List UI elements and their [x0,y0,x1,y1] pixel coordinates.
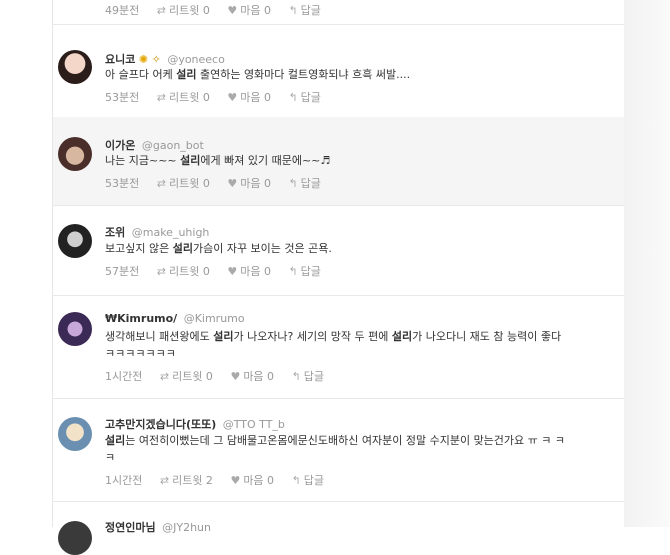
heart-icon: ♥ [227,177,238,190]
keyword-highlight: 설리 [180,154,201,167]
retweet-button[interactable]: ⇄ 리트윗 0 [157,175,210,191]
avatar[interactable] [58,417,92,451]
retweet-button[interactable]: ⇄ 리트윗 0 [160,368,213,384]
tweet-actions: 53분전 ⇄ 리트윗 0 ♥ 마음 0 ↰ 답글 [105,89,321,105]
like-button[interactable]: ♥ 마음 0 [227,263,271,279]
heart-icon: ♥ [227,265,238,278]
user-handle[interactable]: @make_uhigh [132,226,210,239]
avatar[interactable] [58,50,92,84]
tweet-actions: 1시간전 ⇄ 리트윗 2 ♥ 마음 0 ↰ 답글 [105,472,324,488]
user-name[interactable]: ₩Kimrumo/ [105,312,177,325]
heart-icon: ♥ [230,474,241,487]
tweet-text-line2: ㅋ [105,451,116,464]
user-handle[interactable]: @Kimrumo [184,312,245,325]
retweet-button[interactable]: ⇄ 리트윗 2 [160,472,213,488]
keyword-highlight: 설리 [105,434,126,447]
tweet-item: 정연인마님 @JY2hun [53,501,625,555]
tweet-item: 조위 @make_uhigh 보고싶지 않은 설리가슴이 자꾸 보이는 것은 곤… [53,205,625,296]
retweet-button[interactable]: ⇄ 리트윗 0 [157,263,210,279]
reply-icon: ↰ [288,91,298,104]
star-emoji-icon: ✧ [151,53,161,66]
avatar[interactable] [58,224,92,258]
like-button[interactable]: ♥ 마음 0 [230,368,274,384]
tweet-item: 고추만지겠습니다(또또) @TTO TT_b 설리는 여전히이뻤는데 그 담배물… [53,398,625,502]
heart-icon: ♥ [227,4,238,17]
like-button[interactable]: ♥ 마음 0 [227,2,271,18]
reply-button[interactable]: ↰ 답글 [288,175,320,191]
tweet-item: 이가온 @gaon_bot 나는 지금~~~ 설리에게 빠져 있기 때문에~~♬… [53,117,625,206]
reply-button[interactable]: ↰ 답글 [292,368,324,384]
tweet-item: 49분전 ⇄ 리트윗 0 ♥ 마음 0 ↰ 답글 [53,0,625,25]
avatar[interactable] [58,521,92,555]
user-handle[interactable]: @gaon_bot [142,139,204,152]
keyword-highlight: 설리 [172,242,193,255]
retweet-icon: ⇄ [159,474,170,487]
keyword-highlight: 설리 [391,330,413,343]
keyword-highlight: 설리 [176,68,197,81]
tweet-time[interactable]: 53분전 [105,175,139,191]
retweet-button[interactable]: ⇄ 리트윗 0 [157,2,210,18]
reply-icon: ↰ [288,4,298,17]
tweet-time[interactable]: 57분전 [105,263,139,279]
tweet-actions: 53분전 ⇄ 리트윗 0 ♥ 마음 0 ↰ 답글 [105,175,321,191]
tweet-actions: 1시간전 ⇄ 리트윗 0 ♥ 마음 0 ↰ 답글 [105,368,324,384]
reply-icon: ↰ [288,265,298,278]
retweet-icon: ⇄ [156,177,166,190]
tweet-actions: 57분전 ⇄ 리트윗 0 ♥ 마음 0 ↰ 답글 [105,263,321,279]
heart-icon: ♥ [230,370,241,383]
retweet-icon: ⇄ [159,370,170,383]
user-name[interactable]: 조위 [105,226,125,239]
tweet-text-line2: ㅋㅋㅋㅋㅋㅋㅋ [105,347,176,360]
reply-icon: ↰ [291,370,301,383]
tweet-time[interactable]: 1시간전 [105,472,142,488]
tweet-text: 생각해보니 패션왕에도 설리가 나오자나? 세기의 망작 두 편에 설리가 나오… [105,330,562,343]
tweet-time[interactable]: 49분전 [105,2,139,18]
reply-button[interactable]: ↰ 답글 [288,2,320,18]
tweet-actions: 49분전 ⇄ 리트윗 0 ♥ 마음 0 ↰ 답글 [105,2,321,18]
tweet-text: 보고싶지 않은 설리가슴이 자꾸 보이는 것은 곤욕. [105,242,332,255]
reply-icon: ↰ [291,474,301,487]
retweet-icon: ⇄ [156,265,166,278]
retweet-button[interactable]: ⇄ 리트윗 0 [157,89,210,105]
like-button[interactable]: ♥ 마음 0 [227,89,271,105]
user-handle[interactable]: @JY2hun [162,521,211,534]
tweet-text: 설리는 여전히이뻤는데 그 담배물고온몸에문신도배하신 여자분이 정말 수지분이… [105,434,566,447]
avatar[interactable] [58,137,92,171]
tweet-item: ₩Kimrumo/ @Kimrumo 생각해보니 패션왕에도 설리가 나오자나?… [53,295,625,399]
user-handle[interactable]: @TTO TT_b [223,418,285,431]
heart-icon: ♥ [227,91,238,104]
keyword-highlight: 설리 [213,330,234,343]
retweet-icon: ⇄ [156,4,166,17]
user-name[interactable]: 이가온 [105,139,135,152]
retweet-icon: ⇄ [156,91,166,104]
sun-emoji-icon: ✺ [138,53,149,66]
user-handle[interactable]: @yoneeco [167,53,225,66]
reply-icon: ↰ [288,177,298,190]
reply-button[interactable]: ↰ 답글 [288,263,320,279]
tweet-item: 요니코 ✺ ✧ @yoneeco 아 슬프다 어케 설리 출연하는 영화마다 컬… [53,24,625,118]
like-button[interactable]: ♥ 마음 0 [230,472,274,488]
tweet-time[interactable]: 53분전 [105,89,139,105]
tweet-feed: 49분전 ⇄ 리트윗 0 ♥ 마음 0 ↰ 답글 요니코 ✺ ✧ @yoneeco 아… [52,0,626,555]
tweet-text: 아 슬프다 어케 설리 출연하는 영화마다 컬트영화되냐 흐흑 써발.... [105,68,411,81]
user-name[interactable]: 고추만지겠습니다(또또) [105,418,216,431]
tweet-time[interactable]: 1시간전 [105,368,142,384]
like-button[interactable]: ♥ 마음 0 [227,175,271,191]
user-name[interactable]: 요니코 [105,53,135,66]
page-background-right [624,0,670,527]
tweet-text: 나는 지금~~~ 설리에게 빠져 있기 때문에~~♬ [105,154,331,167]
reply-button[interactable]: ↰ 답글 [288,89,320,105]
avatar[interactable] [58,312,92,346]
user-name[interactable]: 정연인마님 [105,521,156,534]
reply-button[interactable]: ↰ 답글 [292,472,324,488]
